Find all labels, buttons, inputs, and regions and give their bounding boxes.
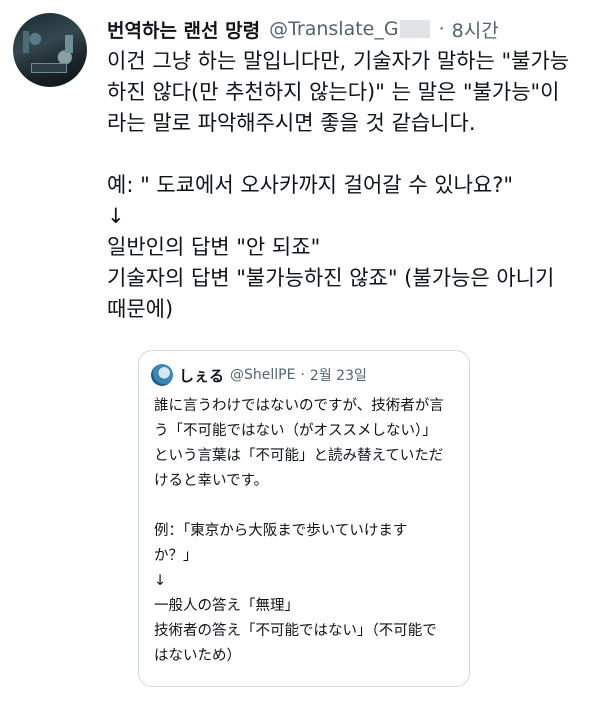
tweet-text-line: 이건 그냥 하는 말입니다만, 기술자가 말하는 "불가능 — [107, 49, 570, 73]
avatar-detail — [31, 63, 67, 73]
tweet-text-blank — [107, 139, 593, 170]
quoted-tweet-header: しぇる @ShellPE · 2월 23일 — [151, 364, 459, 386]
handle-redaction — [399, 20, 430, 38]
quoted-timestamp[interactable]: 2월 23일 — [310, 365, 367, 385]
timestamp[interactable]: 8시간 — [452, 16, 499, 43]
tweet-text-line: 라는 말로 파악해주시면 좋을 것 같습니다. — [107, 111, 476, 135]
quoted-text-line: けると幸いです。 — [154, 473, 269, 489]
tweet-text-line: 기술자의 답변 "불가능하진 않죠" (불가능은 아니기 — [107, 266, 555, 290]
quoted-text-line: 例：「東京から大阪まで歩いていけます — [154, 523, 408, 539]
avatar-detail — [23, 31, 29, 53]
quoted-text-line: 技術者の答え「不可能ではない」（不可能で — [154, 623, 437, 639]
tweet-text-line: 때문에) — [107, 297, 174, 321]
quoted-text-line: はないため） — [154, 648, 241, 664]
display-name[interactable]: 번역하는 랜선 망령 — [107, 16, 260, 43]
quoted-text-line: 誰に言うわけではないのですが、技術者が言 — [154, 398, 444, 414]
tweet-text-line: 일반인의 답변 "안 되죠" — [107, 235, 321, 259]
user-handle[interactable]: @Translate_G — [269, 18, 399, 40]
quoted-text-line: という言葉は「不可能」と読み替えていただ — [154, 448, 444, 464]
quoted-text-line: 一般人の答え「無理」 — [154, 598, 299, 614]
quoted-text-blank — [154, 494, 462, 519]
tweet-header: 번역하는 랜선 망령 @Translate_G · 8시간 — [107, 14, 590, 44]
separator-dot: · — [438, 18, 445, 40]
tweet-text: 이건 그냥 하는 말입니다만, 기술자가 말하는 "불가능 하진 않다(만 추천… — [107, 46, 593, 325]
quoted-tweet-text: 誰に言うわけではないのですが、技術者が言 う「不可能ではない（がオススメしない）… — [154, 394, 462, 669]
quoted-text-line: う「不可能ではない（がオススメしない）」 — [154, 423, 437, 439]
tweet-text-line: ↓ — [107, 204, 125, 228]
tweet-text-line: 하진 않다(만 추천하지 않는다)" 는 말은 "불가능"이 — [107, 80, 560, 104]
quoted-text-line: か？」 — [154, 548, 198, 564]
avatar[interactable] — [13, 13, 87, 87]
separator-dot: · — [300, 367, 305, 383]
quoted-text-line: ↓ — [154, 573, 167, 589]
avatar-detail — [65, 35, 73, 53]
quoted-display-name[interactable]: しぇる — [179, 365, 224, 386]
tweet-text-line: 예: " 도쿄에서 오사카까지 걸어갈 수 있나요?" — [107, 173, 514, 197]
quoted-user-handle[interactable]: @ShellPE — [230, 367, 295, 383]
quoted-avatar[interactable] — [151, 364, 173, 386]
tweet[interactable]: 번역하는 랜선 망령 @Translate_G · 8시간 이건 그냥 하는 말… — [0, 0, 600, 702]
quoted-tweet[interactable]: しぇる @ShellPE · 2월 23일 誰に言うわけではないのですが、技術者… — [138, 350, 470, 687]
